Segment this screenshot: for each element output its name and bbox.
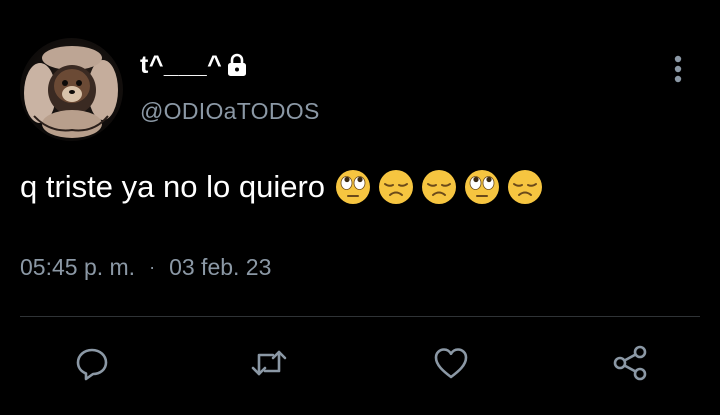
rolling-eyes-emoji-icon [336,170,371,204]
action-bar [0,338,720,388]
rolling-eyes-emoji-icon [465,170,500,204]
name-row: t^___^ [140,48,248,82]
display-name[interactable]: t^___^ [140,51,222,80]
handle[interactable]: @ODIOaTODOS [140,98,320,125]
tweet: t^___^ @ODIOaTODOS q triste ya no lo qui… [0,0,720,415]
more-vertical-icon [674,55,682,83]
heart-icon [434,348,468,379]
disappointed-face-emoji-icon [379,170,414,204]
tweet-time[interactable]: 05:45 p. m. [20,254,135,281]
meta-separator: · [149,256,156,277]
lock-icon [226,53,248,77]
tweet-text: q triste ya no lo quiero [20,164,550,210]
share-icon [613,345,647,381]
reply-icon [76,348,108,381]
tweet-meta: 05:45 p. m. · 03 feb. 23 [20,250,271,284]
retweet-icon [251,350,287,376]
tweet-text-content: q triste ya no lo quiero [20,169,326,204]
retweet-button[interactable] [244,338,294,388]
divider [20,316,700,317]
share-button[interactable] [605,338,655,388]
avatar-image [24,46,118,138]
reply-button[interactable] [67,338,117,388]
more-options-button[interactable] [664,52,692,86]
disappointed-face-emoji-icon [422,170,457,204]
like-button[interactable] [426,338,476,388]
disappointed-face-emoji-icon [508,170,543,204]
tweet-date[interactable]: 03 feb. 23 [169,254,271,281]
avatar[interactable] [20,38,123,141]
